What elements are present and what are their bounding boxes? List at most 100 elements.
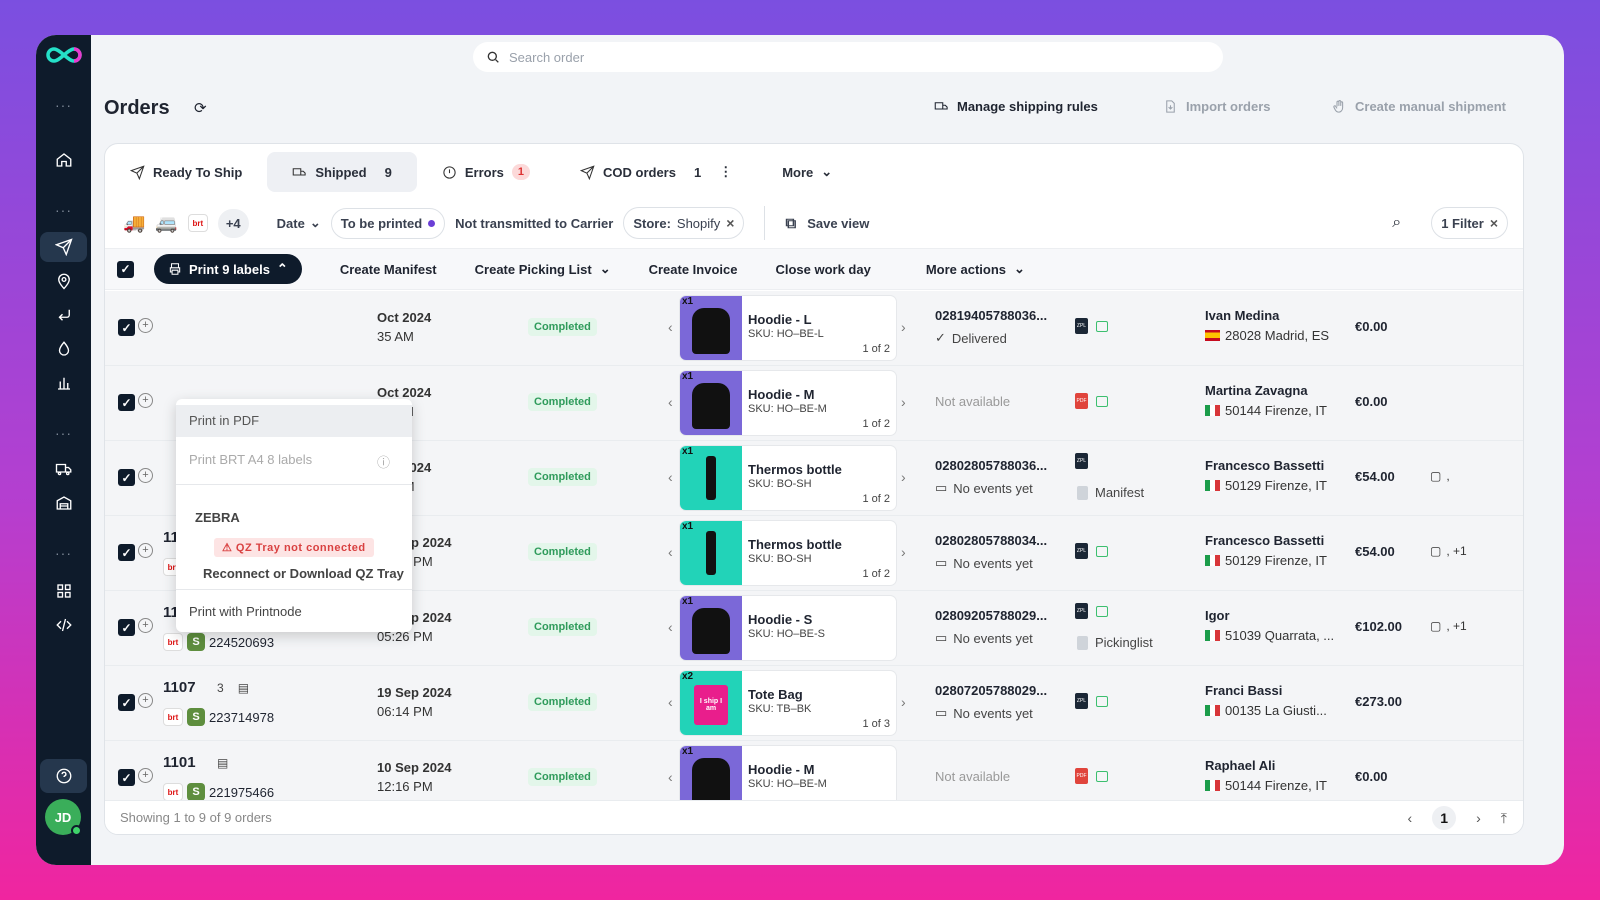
- tracking-number[interactable]: 02802805788034...: [935, 533, 1047, 548]
- tab-ready-to-ship[interactable]: Ready To Ship: [105, 152, 267, 192]
- chevron-left-icon[interactable]: ‹: [668, 619, 673, 635]
- chevron-right-icon[interactable]: ›: [901, 319, 906, 335]
- current-page[interactable]: 1: [1432, 806, 1457, 830]
- close-icon[interactable]: ×: [726, 215, 734, 231]
- code-icon[interactable]: [36, 610, 91, 640]
- label-file-icon[interactable]: PDF: [1075, 768, 1088, 784]
- filter-count-chip[interactable]: 1 Filter ×: [1431, 207, 1508, 239]
- refresh-icon[interactable]: ⟳: [194, 99, 207, 117]
- product-card[interactable]: x1 Hoodie - M SKU: HO–BE-M 1 of 2: [680, 371, 896, 435]
- save-view-button[interactable]: ⧉ Save view: [785, 215, 869, 232]
- carrier-van-icon[interactable]: 🚐: [155, 213, 177, 234]
- chevron-right-icon[interactable]: ›: [901, 394, 906, 410]
- tab-cod-orders[interactable]: COD orders 1 ⋮: [555, 152, 757, 192]
- print-brt-a4-option[interactable]: Print BRT A4 8 labels ⓘ: [176, 452, 412, 471]
- order-id[interactable]: 1107: [163, 679, 196, 696]
- printer-icon[interactable]: [1096, 320, 1108, 332]
- create-picking-list-button[interactable]: Create Picking List ⌄: [475, 261, 611, 277]
- search-input[interactable]: Search order: [509, 50, 584, 65]
- row-checkbox[interactable]: ✓: [118, 469, 135, 486]
- close-work-day-button[interactable]: Close work day: [775, 262, 870, 277]
- row-checkbox[interactable]: ✓: [118, 769, 135, 786]
- product-card[interactable]: x1 Hoodie - S SKU: HO–BE-S: [680, 596, 896, 660]
- import-orders-button[interactable]: Import orders: [1163, 99, 1271, 114]
- expand-plus-icon[interactable]: +: [138, 393, 153, 408]
- analytics-chart-icon[interactable]: [36, 368, 91, 398]
- truck-icon[interactable]: [36, 454, 91, 484]
- table-row[interactable]: ✓ + Oct 2024 35 AM Completed ‹ x1 Hoodie …: [105, 291, 1523, 366]
- chevron-right-icon[interactable]: ›: [901, 469, 906, 485]
- print-with-printnode-option[interactable]: Print with Printnode: [176, 604, 412, 619]
- expand-plus-icon[interactable]: +: [138, 468, 153, 483]
- scroll-top-icon[interactable]: ⤒: [1501, 810, 1507, 827]
- product-card[interactable]: x1 Thermos bottle SKU: BO-SH 1 of 2: [680, 446, 896, 510]
- create-manual-shipment-button[interactable]: Create manual shipment: [1332, 99, 1506, 114]
- tab-shipped[interactable]: Shipped 9: [267, 152, 417, 192]
- table-row[interactable]: ✓ + 1107 3 ▤ brt S 223714978 19 Sep 2024 06:…: [105, 666, 1523, 741]
- more-carriers-chip[interactable]: +4: [217, 208, 249, 238]
- store-filter-chip[interactable]: Store: Shopify ×: [623, 207, 745, 239]
- chevron-left-icon[interactable]: ‹: [668, 544, 673, 560]
- expand-plus-icon[interactable]: +: [138, 693, 153, 708]
- expand-plus-icon[interactable]: +: [138, 618, 153, 633]
- label-file-icon[interactable]: PDF: [1075, 393, 1088, 409]
- printer-icon[interactable]: [1096, 395, 1108, 407]
- kebab-menu-icon[interactable]: ⋮: [719, 164, 732, 180]
- tracking-number[interactable]: 02819405788036...: [935, 308, 1047, 323]
- chevron-right-icon[interactable]: ›: [901, 544, 906, 560]
- printer-icon[interactable]: [1096, 770, 1108, 782]
- carrier-truck-icon[interactable]: 🚚: [123, 213, 145, 234]
- row-checkbox[interactable]: ✓: [118, 394, 135, 411]
- tracking-number[interactable]: 02809205788029...: [935, 608, 1047, 623]
- label-file-icon[interactable]: ZPL: [1075, 543, 1088, 559]
- printer-icon[interactable]: [1096, 545, 1108, 557]
- chevron-left-icon[interactable]: ‹: [668, 469, 673, 485]
- not-transmitted-filter[interactable]: Not transmitted to Carrier: [455, 216, 613, 231]
- product-card[interactable]: x1 Thermos bottle SKU: BO-SH 1 of 2: [680, 521, 896, 585]
- prev-page-icon[interactable]: ‹: [1407, 810, 1412, 826]
- label-file-icon[interactable]: ZPL: [1075, 453, 1088, 469]
- location-pin-icon[interactable]: [36, 266, 91, 296]
- print-in-pdf-option[interactable]: Print in PDF: [176, 405, 412, 437]
- select-all-checkbox[interactable]: ✓: [117, 260, 134, 278]
- expand-plus-icon[interactable]: +: [138, 768, 153, 783]
- more-actions-button[interactable]: More actions ⌄: [926, 261, 1025, 277]
- row-checkbox[interactable]: ✓: [118, 319, 135, 336]
- close-icon[interactable]: ×: [1490, 215, 1498, 231]
- expand-plus-icon[interactable]: +: [138, 318, 153, 333]
- printer-icon[interactable]: [1096, 695, 1108, 707]
- manage-shipping-rules-button[interactable]: Manage shipping rules: [934, 99, 1098, 114]
- product-card[interactable]: I ship I am x2 Tote Bag SKU: TB–BK 1 of 3: [680, 671, 896, 735]
- chevron-left-icon[interactable]: ‹: [668, 769, 673, 785]
- chevron-left-icon[interactable]: ‹: [668, 694, 673, 710]
- logo-icon[interactable]: [44, 45, 84, 65]
- search-bar[interactable]: Search order: [473, 42, 1223, 72]
- create-invoice-button[interactable]: Create Invoice: [649, 262, 738, 277]
- next-page-icon[interactable]: ›: [1476, 810, 1481, 826]
- reconnect-qz-tray-option[interactable]: Reconnect or Download QZ Tray: [176, 566, 412, 581]
- attached-document[interactable]: Manifest: [1077, 485, 1144, 500]
- create-manifest-button[interactable]: Create Manifest: [340, 262, 437, 277]
- row-checkbox[interactable]: ✓: [118, 544, 135, 561]
- notes[interactable]: ▢ , +1: [1430, 544, 1467, 558]
- notes[interactable]: ▢ , +1: [1430, 619, 1467, 633]
- chevron-left-icon[interactable]: ‹: [668, 319, 673, 335]
- chevron-left-icon[interactable]: ‹: [668, 394, 673, 410]
- notes[interactable]: ▢,: [1430, 469, 1450, 483]
- tab-errors[interactable]: Errors 1: [417, 152, 555, 192]
- chevron-right-icon[interactable]: ›: [901, 694, 906, 710]
- label-file-icon[interactable]: ZPL: [1075, 693, 1088, 709]
- attached-document[interactable]: Pickinglist: [1077, 635, 1153, 650]
- tab-more[interactable]: More ⌄: [757, 152, 857, 192]
- user-avatar[interactable]: JD: [45, 799, 82, 836]
- order-id[interactable]: 1101: [163, 754, 196, 771]
- apps-grid-icon[interactable]: [36, 576, 91, 606]
- warehouse-icon[interactable]: [36, 488, 91, 518]
- to-be-printed-chip[interactable]: To be printed: [330, 207, 446, 239]
- search-icon[interactable]: ⌕: [1392, 214, 1401, 232]
- brt-carrier-icon[interactable]: brt: [187, 214, 208, 232]
- help-icon[interactable]: [40, 759, 87, 793]
- row-checkbox[interactable]: ✓: [118, 694, 135, 711]
- tracking-number[interactable]: 02807205788029...: [935, 683, 1047, 698]
- label-file-icon[interactable]: ZPL: [1075, 318, 1088, 334]
